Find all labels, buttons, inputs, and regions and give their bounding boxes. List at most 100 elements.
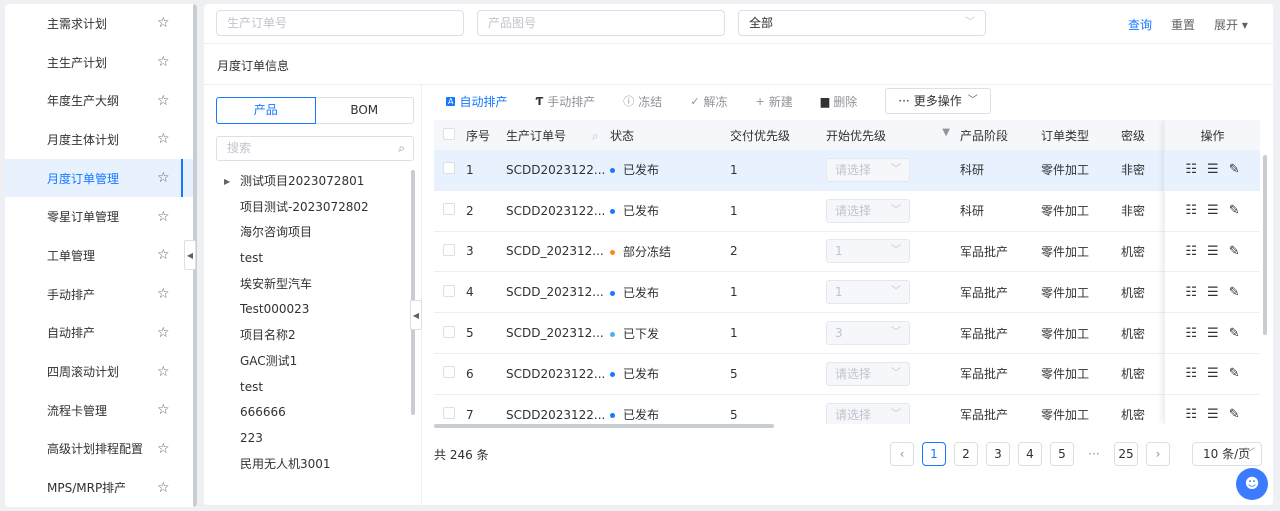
tab-product[interactable]: 产品 bbox=[216, 97, 316, 124]
drawing-no-input[interactable]: 产品图号 bbox=[477, 10, 725, 36]
row-checkbox[interactable] bbox=[443, 284, 455, 297]
page-button[interactable]: 3 bbox=[986, 442, 1010, 466]
header-order-no[interactable]: 生产订单号 ⌕ bbox=[506, 127, 610, 144]
table-vertical-scrollbar[interactable] bbox=[1263, 155, 1267, 335]
tree-node[interactable]: Test000023 bbox=[222, 297, 412, 323]
split-icon[interactable]: ☷ bbox=[1185, 366, 1197, 381]
page-size-select[interactable]: 10 条/页 ﹀ bbox=[1192, 442, 1262, 466]
start-priority-select[interactable]: 请选择 ﹀ bbox=[826, 402, 910, 424]
row-checkbox[interactable] bbox=[443, 162, 455, 175]
split-icon[interactable]: ☷ bbox=[1185, 244, 1197, 259]
merge-icon[interactable]: ☰ bbox=[1207, 326, 1219, 341]
row-checkbox[interactable] bbox=[443, 407, 455, 420]
tree-node[interactable]: 埃安新型汽车 bbox=[222, 272, 412, 298]
page-button[interactable]: 2 bbox=[954, 442, 978, 466]
split-icon[interactable]: ☷ bbox=[1185, 326, 1197, 341]
edit-icon[interactable]: ✎ bbox=[1229, 162, 1240, 177]
row-checkbox[interactable] bbox=[443, 243, 455, 256]
filter-icon[interactable]: ▼ bbox=[942, 127, 950, 138]
unfreeze-button[interactable]: ✓ 解冻 bbox=[690, 93, 727, 110]
sidebar-collapse-handle[interactable]: ◀ bbox=[184, 240, 196, 270]
table-row[interactable]: 4 SCDD_202312... 已发布 1 1 ﹀ 军品批产 零件加工 机密 ☷ ☰ ✎ bbox=[434, 272, 1260, 314]
sidebar-item[interactable]: 主需求计划 ☆ bbox=[5, 4, 197, 43]
tree-scrollbar[interactable] bbox=[411, 170, 415, 415]
merge-icon[interactable]: ☰ bbox=[1207, 285, 1219, 300]
sidebar-item[interactable]: 零星订单管理 ☆ bbox=[5, 197, 197, 236]
sidebar-item[interactable]: 月度订单管理 ☆ bbox=[5, 158, 197, 198]
sidebar-item[interactable]: 四周滚动计划 ☆ bbox=[5, 352, 197, 391]
merge-icon[interactable]: ☰ bbox=[1207, 366, 1219, 381]
page-button[interactable]: 4 bbox=[1018, 442, 1042, 466]
tab-bom[interactable]: BOM bbox=[315, 97, 414, 124]
query-button[interactable]: 查询 bbox=[1128, 16, 1152, 33]
pagination-ellipsis[interactable]: ··· bbox=[1082, 447, 1106, 461]
start-priority-select[interactable]: 请选择 ﹀ bbox=[826, 157, 910, 182]
star-icon[interactable]: ☆ bbox=[157, 325, 170, 341]
sidebar-item[interactable]: 手动排产 ☆ bbox=[5, 275, 197, 314]
caret-right-icon[interactable]: ▶ bbox=[224, 169, 230, 195]
table-row[interactable]: 2 SCDD2023122... 已发布 1 请选择 ﹀ 科研 零件加工 非密 ☷ ☰ ✎ bbox=[434, 191, 1260, 232]
split-icon[interactable]: ☷ bbox=[1185, 285, 1197, 300]
sidebar-item[interactable]: 工单管理 ☆ bbox=[5, 236, 197, 275]
expand-button[interactable]: 展开 ▾ bbox=[1214, 16, 1248, 33]
edit-icon[interactable]: ✎ bbox=[1229, 407, 1240, 422]
start-priority-select[interactable]: 1 ﹀ bbox=[826, 239, 910, 264]
tree-node[interactable]: GAC测试1 bbox=[222, 349, 412, 375]
status-select[interactable]: 全部 ﹀ bbox=[738, 10, 986, 36]
new-button[interactable]: + 新建 bbox=[756, 93, 793, 110]
prev-page-button[interactable]: ‹ bbox=[890, 442, 914, 466]
tree-node[interactable]: 项目测试-2023072802 bbox=[222, 195, 412, 221]
auto-schedule-button[interactable]: A 自动排产 bbox=[446, 93, 508, 110]
tree-collapse-handle[interactable]: ◀ bbox=[410, 300, 422, 330]
star-icon[interactable]: ☆ bbox=[157, 54, 170, 70]
header-start-priority[interactable]: 开始优先级 ▼ bbox=[826, 127, 960, 144]
split-icon[interactable]: ☷ bbox=[1185, 407, 1197, 422]
page-last[interactable]: 25 bbox=[1114, 442, 1138, 466]
edit-icon[interactable]: ✎ bbox=[1229, 366, 1240, 381]
tree-node[interactable]: test bbox=[222, 375, 412, 401]
edit-icon[interactable]: ✎ bbox=[1229, 326, 1240, 341]
page-button[interactable]: 5 bbox=[1050, 442, 1074, 466]
merge-icon[interactable]: ☰ bbox=[1207, 244, 1219, 259]
tree-node[interactable]: 223 bbox=[222, 426, 412, 452]
start-priority-select[interactable]: 请选择 ﹀ bbox=[826, 361, 910, 386]
tree-node[interactable]: test bbox=[222, 246, 412, 272]
row-checkbox[interactable] bbox=[443, 325, 455, 338]
edit-icon[interactable]: ✎ bbox=[1229, 285, 1240, 300]
star-icon[interactable]: ☆ bbox=[157, 480, 170, 496]
table-row[interactable]: 1 SCDD2023122... 已发布 1 请选择 ﹀ 科研 零件加工 非密 ☷ ☰ ✎ bbox=[434, 150, 1260, 191]
merge-icon[interactable]: ☰ bbox=[1207, 162, 1219, 177]
sidebar-item[interactable]: 自动排产 ☆ bbox=[5, 314, 197, 353]
star-icon[interactable]: ☆ bbox=[157, 247, 170, 263]
table-row[interactable]: 6 SCDD2023122... 已发布 5 请选择 ﹀ 军品批产 零件加工 机密 ☷ ☰ ✎ bbox=[434, 354, 1260, 395]
freeze-button[interactable]: ⓘ 冻结 bbox=[623, 93, 662, 110]
delete-button[interactable]: ▆ 删除 bbox=[821, 93, 857, 110]
edit-icon[interactable]: ✎ bbox=[1229, 203, 1240, 218]
merge-icon[interactable]: ☰ bbox=[1207, 203, 1219, 218]
tree-node[interactable]: 项目名称2 bbox=[222, 323, 412, 349]
split-icon[interactable]: ☷ bbox=[1185, 162, 1197, 177]
tree-node[interactable]: ▶ 测试项目2023072801 bbox=[222, 169, 412, 195]
start-priority-select[interactable]: 1 ﹀ bbox=[826, 280, 910, 305]
sidebar-item[interactable]: 主生产计划 ☆ bbox=[5, 43, 197, 82]
star-icon[interactable]: ☆ bbox=[157, 93, 170, 109]
tree-node[interactable]: 海尔咨询项目 bbox=[222, 220, 412, 246]
star-icon[interactable]: ☆ bbox=[157, 402, 170, 418]
sidebar-item[interactable]: MPS/MRP排产 ☆ bbox=[5, 468, 197, 507]
sidebar-item[interactable]: 高级计划排程配置 ☆ bbox=[5, 430, 197, 469]
reset-button[interactable]: 重置 bbox=[1171, 16, 1195, 33]
tree-node[interactable]: 666666 bbox=[222, 400, 412, 426]
star-icon[interactable]: ☆ bbox=[157, 364, 170, 380]
tree-search-input[interactable]: 搜索 ⌕ bbox=[216, 136, 414, 161]
star-icon[interactable]: ☆ bbox=[157, 209, 170, 225]
star-icon[interactable]: ☆ bbox=[157, 131, 170, 147]
row-checkbox[interactable] bbox=[443, 203, 455, 216]
select-all-checkbox[interactable] bbox=[443, 127, 455, 140]
sidebar-item[interactable]: 流程卡管理 ☆ bbox=[5, 391, 197, 430]
start-priority-select[interactable]: 3 ﹀ bbox=[826, 321, 910, 346]
page-button[interactable]: 1 bbox=[922, 442, 946, 466]
split-icon[interactable]: ☷ bbox=[1185, 203, 1197, 218]
table-row[interactable]: 3 SCDD_202312... 部分冻结 2 1 ﹀ 军品批产 零件加工 机密 ☷ ☰ ✎ bbox=[434, 232, 1260, 273]
sidebar-item[interactable]: 年度生产大纲 ☆ bbox=[5, 81, 197, 120]
table-row[interactable]: 5 SCDD_202312... 已下发 1 3 ﹀ 军品批产 零件加工 机密 ☷ ☰ ✎ bbox=[434, 313, 1260, 354]
